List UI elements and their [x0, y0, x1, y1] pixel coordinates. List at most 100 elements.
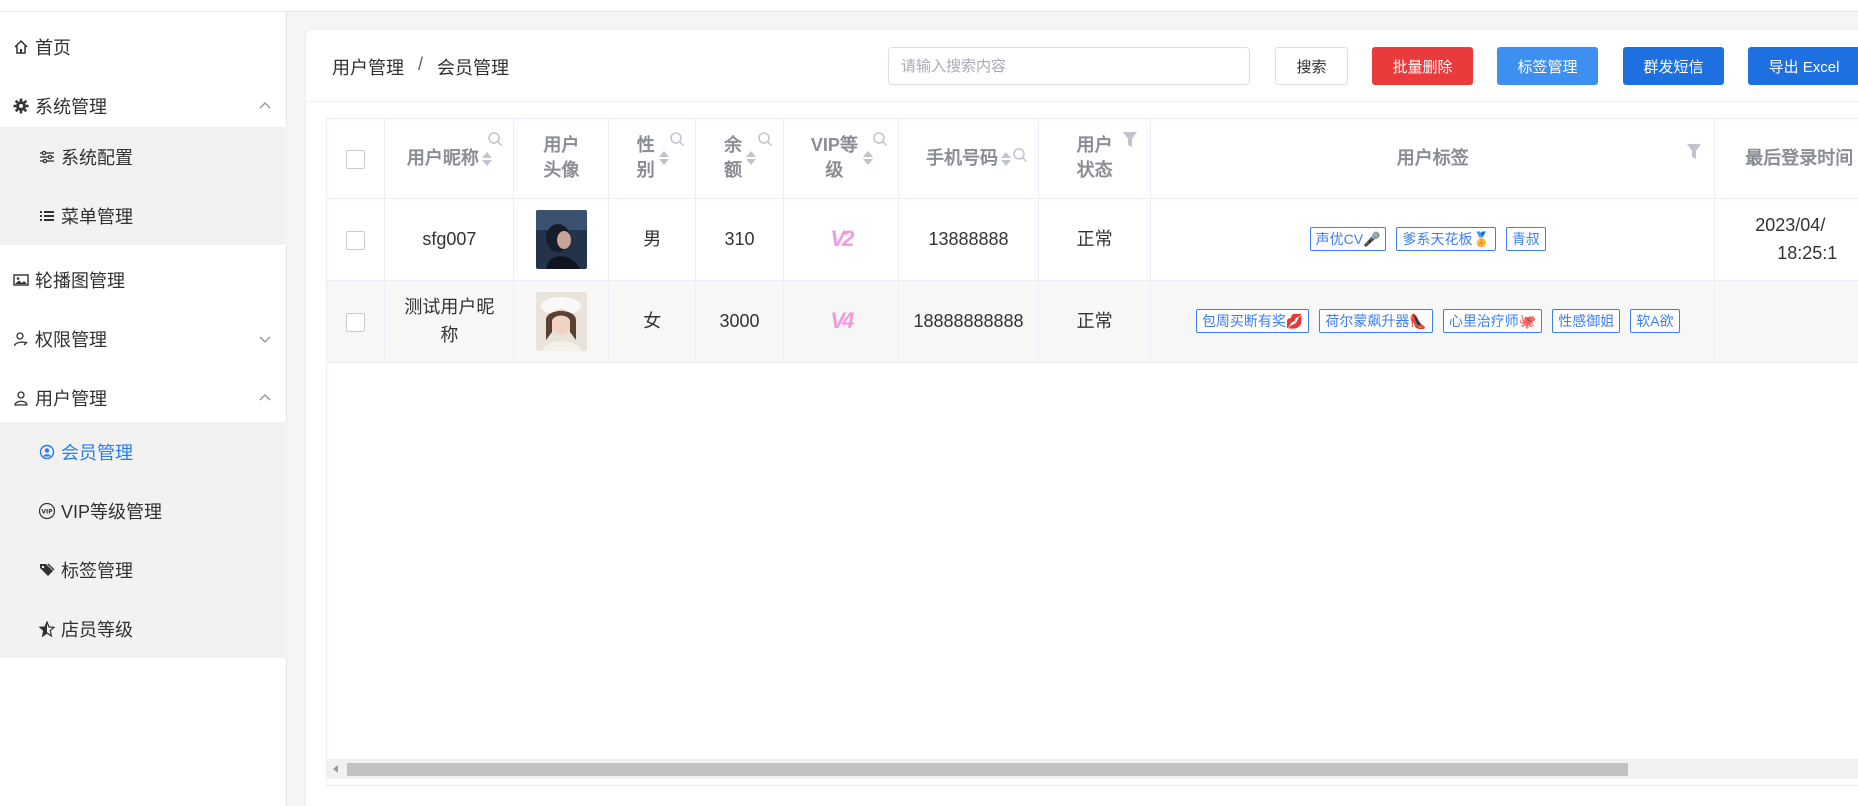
cell-last-login: 2023/04/ 18:25:1: [1714, 198, 1858, 281]
header-balance[interactable]: 余额: [695, 119, 784, 199]
header-phone[interactable]: 手机号码: [898, 119, 1040, 199]
tag-manage-button[interactable]: 标签管理: [1497, 47, 1598, 85]
header-bar: 用户管理 / 会员管理 搜索 批量删除 标签管理 群发短信 导出 Excel: [306, 30, 1858, 102]
cell-phone: 13888888: [898, 198, 1040, 281]
sort-icon[interactable]: [863, 149, 874, 167]
user-tag[interactable]: 荷尔蒙飙升器👠: [1319, 309, 1433, 333]
table-row[interactable]: sfg007 男 310 V2 13888888 正常 声优CV🎤 爹系天花板🏅…: [327, 198, 1858, 281]
user-tag[interactable]: 声优CV🎤: [1309, 227, 1387, 251]
sidebar-item-label: 轮播图管理: [35, 271, 125, 291]
sort-icon[interactable]: [746, 149, 757, 167]
filter-icon[interactable]: [1122, 131, 1138, 149]
chevron-up-icon: [259, 394, 271, 401]
tags-icon: [38, 561, 56, 579]
user-circle-icon: [38, 443, 56, 461]
batch-delete-button[interactable]: 批量删除: [1372, 47, 1473, 85]
chevron-up-icon: [259, 102, 271, 109]
row-checkbox-cell: [327, 198, 386, 281]
sidebar-item-staff-level[interactable]: 店员等级: [0, 599, 287, 658]
header-label: VIP等级: [810, 135, 858, 181]
sort-icon[interactable]: [1001, 150, 1011, 168]
sidebar-item-label: 标签管理: [61, 560, 133, 581]
user-tag[interactable]: 包周买断有奖💋: [1195, 309, 1310, 333]
search-icon[interactable]: [872, 131, 888, 147]
breadcrumb: 用户管理 / 会员管理: [332, 54, 509, 80]
breadcrumb-parent[interactable]: 用户管理: [332, 54, 404, 80]
search-icon[interactable]: [669, 131, 685, 147]
cell-status: 正常: [1038, 280, 1152, 363]
sidebar-item-label: 系统配置: [61, 147, 133, 168]
svg-text:VIP: VIP: [41, 508, 53, 515]
scrollbar-thumb[interactable]: [347, 763, 1628, 776]
sidebar-item-label: 用户管理: [35, 389, 107, 409]
user-tag[interactable]: 性感御姐: [1552, 309, 1621, 333]
avatar[interactable]: [535, 291, 587, 351]
main-card: 用户管理 / 会员管理 搜索 批量删除 标签管理 群发短信 导出 Excel 用…: [306, 30, 1858, 806]
breadcrumb-separator: /: [418, 54, 424, 74]
cell-vip: V4: [783, 280, 899, 363]
member-table: 用户昵称 用户头像 性别 余额 VIP等级 手机号码 用户状态 用户标签 最后登…: [326, 118, 1858, 786]
header-label: 用户头像: [543, 135, 580, 181]
cell-balance: 310: [695, 198, 784, 281]
top-strip: [0, 0, 1858, 12]
sort-icon[interactable]: [658, 149, 669, 167]
vip-icon: VIP: [38, 502, 56, 520]
cell-avatar: [513, 198, 610, 281]
header-label: 用户昵称: [406, 147, 479, 168]
header-last-login: 最后登录时间: [1714, 119, 1858, 199]
row-checkbox[interactable]: [346, 230, 366, 250]
cell-tags: 包周买断有奖💋 荷尔蒙飙升器👠 心里治疗师🐙 性感御姐 软A欲: [1150, 280, 1716, 363]
sort-icon[interactable]: [481, 150, 492, 168]
cell-gender: 女: [608, 280, 697, 363]
send-sms-button[interactable]: 群发短信: [1623, 47, 1724, 85]
sidebar-item-label: 首页: [35, 38, 71, 58]
image-icon: [12, 271, 30, 289]
table-row[interactable]: 测试用户昵称 女 3000 V4 18888888888 正常 包周买断有奖💋 …: [327, 280, 1858, 363]
search-icon[interactable]: [1012, 147, 1028, 163]
search-input[interactable]: [888, 47, 1250, 85]
row-checkbox[interactable]: [346, 312, 366, 332]
user-tag[interactable]: 软A欲: [1630, 309, 1680, 333]
sidebar-item-label: 会员管理: [61, 442, 133, 463]
cell-status: 正常: [1038, 198, 1152, 281]
header-label: 最后登录时间: [1745, 147, 1854, 168]
sidebar-item-system-config[interactable]: 系统配置: [0, 127, 287, 186]
sidebar-item-label: 权限管理: [35, 330, 107, 350]
sidebar-item-label: 系统管理: [35, 97, 107, 117]
search-icon[interactable]: [757, 131, 773, 147]
user-tag[interactable]: 心里治疗师🐙: [1442, 309, 1543, 333]
gear-icon: [12, 97, 30, 115]
select-all-checkbox[interactable]: [346, 149, 366, 169]
header-nickname[interactable]: 用户昵称: [384, 119, 515, 199]
export-excel-button[interactable]: 导出 Excel: [1748, 47, 1858, 85]
header-gender[interactable]: 性别: [608, 119, 697, 199]
header-status[interactable]: 用户状态: [1038, 119, 1152, 199]
sidebar-item-tag-manage[interactable]: 标签管理: [0, 540, 287, 599]
last-login-time: 18:25:1: [1777, 243, 1838, 263]
home-icon: [12, 38, 30, 56]
header-label: 性别: [636, 135, 655, 181]
vip-level: V2: [830, 225, 854, 251]
header-tags[interactable]: 用户标签: [1150, 119, 1716, 199]
filter-icon[interactable]: [1686, 143, 1702, 161]
sidebar-item-vip-manage[interactable]: VIP VIP等级管理: [0, 481, 287, 540]
vip-badge: V4: [830, 307, 854, 335]
avatar[interactable]: [535, 209, 587, 269]
user-tag[interactable]: 青叔: [1505, 227, 1546, 251]
header-label: 用户状态: [1076, 135, 1113, 181]
search-button[interactable]: 搜索: [1275, 47, 1348, 85]
cell-avatar: [513, 280, 610, 363]
vip-badge: V2: [830, 225, 854, 253]
scroll-left-arrow-icon[interactable]: [333, 765, 338, 773]
horizontal-scrollbar[interactable]: [327, 759, 1858, 779]
breadcrumb-current: 会员管理: [437, 58, 510, 78]
header-label: 余额: [724, 135, 743, 181]
header-vip[interactable]: VIP等级: [783, 119, 899, 199]
cell-nickname: sfg007: [384, 198, 515, 281]
sidebar-item-menu-manage[interactable]: 菜单管理: [0, 186, 287, 245]
cell-last-login: [1714, 280, 1858, 363]
sidebar-item-member-manage[interactable]: 会员管理: [0, 422, 287, 481]
cell-balance: 3000: [695, 280, 784, 363]
user-tag[interactable]: 爹系天花板🏅: [1396, 227, 1496, 251]
search-icon[interactable]: [487, 131, 503, 147]
